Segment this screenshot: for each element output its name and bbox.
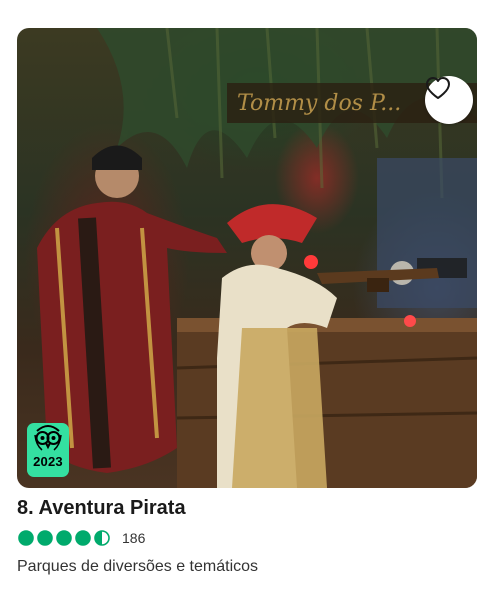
photo-scene: Tommy dos P... bbox=[37, 28, 477, 488]
rating-bubbles bbox=[18, 530, 110, 546]
rating-bubble-full bbox=[56, 530, 72, 546]
award-year: 2023 bbox=[33, 454, 63, 469]
attraction-photo[interactable]: Tommy dos P... bbox=[17, 28, 477, 488]
rating-bubble-full bbox=[37, 530, 53, 546]
rating-bubble-full bbox=[18, 530, 34, 546]
attraction-category: Parques de diversões e temáticos bbox=[17, 558, 259, 575]
owl-icon bbox=[34, 425, 62, 451]
rating-bubble-half bbox=[94, 530, 110, 546]
review-count[interactable]: 186 bbox=[122, 530, 145, 546]
attraction-card[interactable]: Tommy dos P... 2023 8. Aventura Pirata 1… bbox=[0, 0, 491, 597]
rating-row[interactable]: 186 bbox=[18, 529, 145, 547]
rating-bubble-full bbox=[75, 530, 91, 546]
save-heart-button[interactable] bbox=[425, 76, 473, 124]
travelers-choice-badge: 2023 bbox=[27, 423, 69, 477]
attraction-title[interactable]: 8. Aventura Pirata bbox=[17, 497, 186, 520]
heart-outline-icon bbox=[426, 77, 450, 99]
signage-text: Tommy dos P... bbox=[237, 91, 401, 116]
